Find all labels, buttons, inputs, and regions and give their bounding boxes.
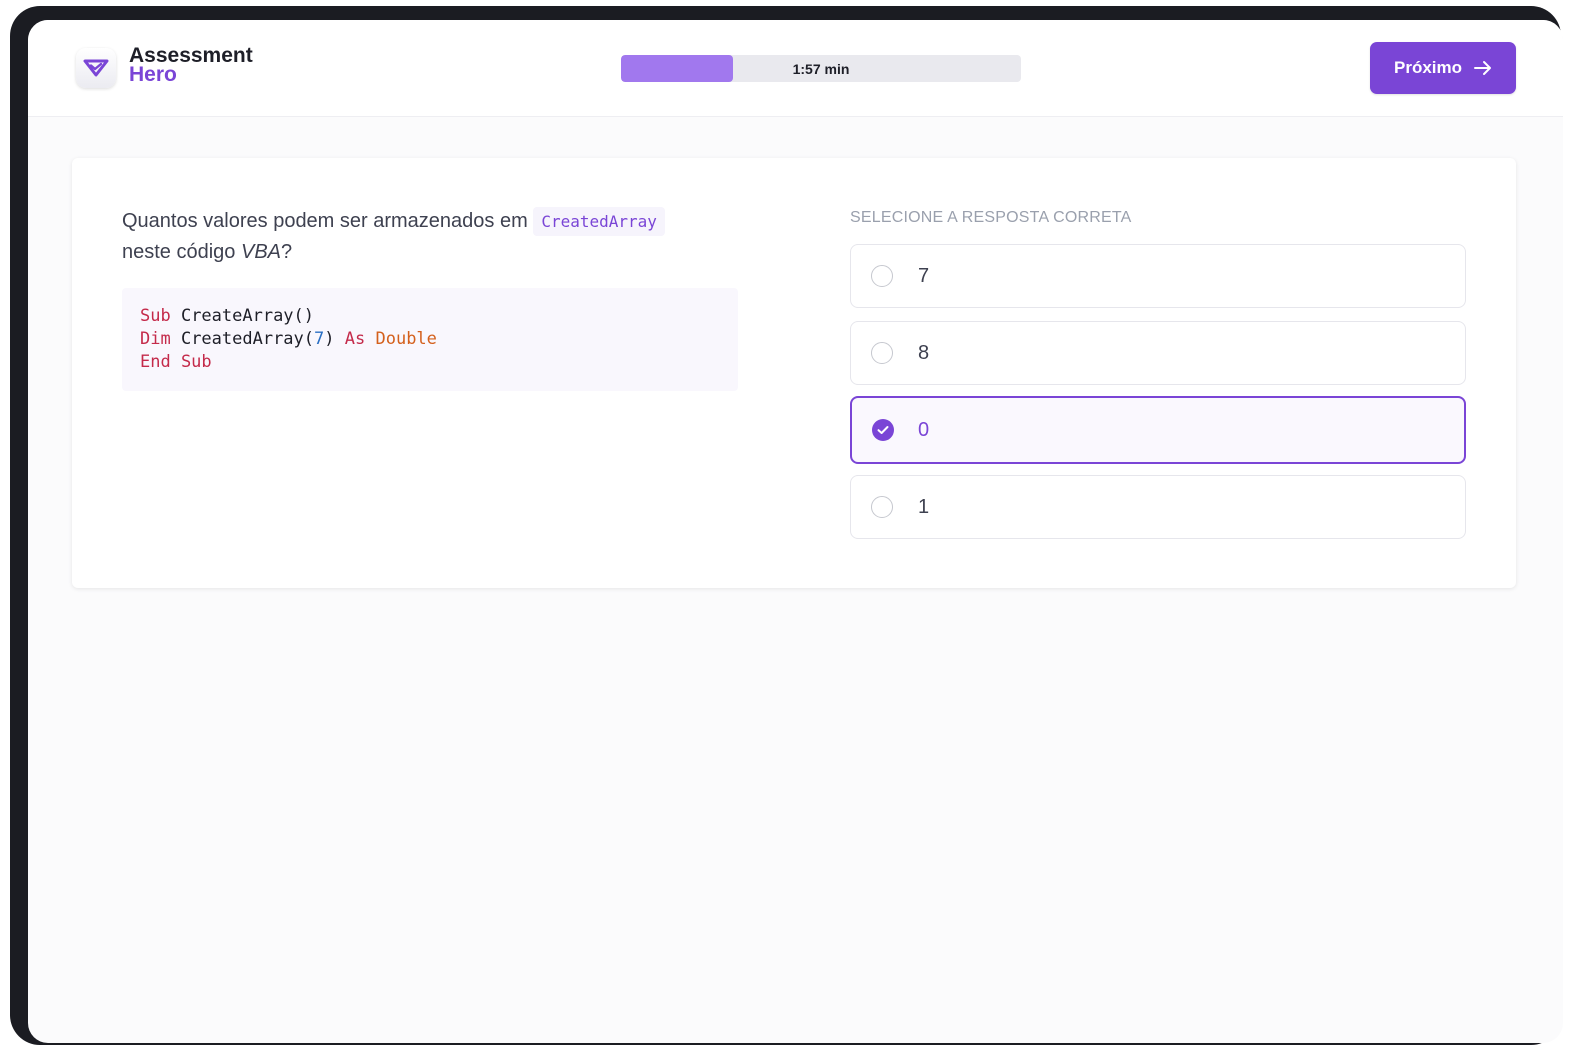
- answer-option-label: 8: [918, 342, 930, 364]
- top-bar: Assessment Hero 1:57 min Próximo: [28, 20, 1563, 117]
- code-keyword: Sub: [140, 306, 171, 326]
- question-text: Quantos valores podem ser armazenados em…: [122, 206, 742, 267]
- answer-option[interactable]: 8: [850, 321, 1466, 385]
- code-type: Double: [375, 329, 437, 349]
- device-frame: Assessment Hero 1:57 min Próximo Quantos…: [10, 6, 1563, 1045]
- answers-label: SELECIONE A RESPOSTA CORRETA: [850, 209, 1132, 226]
- timer-progress-bar: 1:57 min: [621, 55, 1021, 82]
- radio-checked-icon[interactable]: [872, 419, 894, 441]
- code-number: 7: [314, 329, 325, 349]
- question-card: Quantos valores podem ser armazenados em…: [72, 158, 1516, 588]
- code-text: CreatedArray(: [170, 329, 315, 349]
- radio-icon[interactable]: [871, 496, 893, 518]
- logo-wordmark: Assessment Hero: [129, 45, 253, 86]
- answer-option[interactable]: 7: [850, 244, 1466, 308]
- next-button-label: Próximo: [1393, 58, 1463, 77]
- answer-option-label: 1: [918, 496, 930, 518]
- check-icon: [877, 426, 889, 434]
- code-text: ): [324, 329, 345, 349]
- code-keyword: Dim: [140, 329, 171, 349]
- answer-option[interactable]: 1: [850, 475, 1466, 539]
- code-keyword: As: [344, 329, 366, 349]
- code-block: Sub CreateArray() Dim CreatedArray(7) As…: [122, 288, 738, 391]
- app-screen: Assessment Hero 1:57 min Próximo Quantos…: [28, 20, 1563, 1043]
- question-text-part2: neste código: [122, 241, 241, 263]
- logo-text-hero: Hero: [129, 63, 177, 86]
- question-mark: ?: [281, 241, 293, 263]
- question-language: VBA: [240, 241, 282, 263]
- logo-tile: [76, 48, 116, 88]
- next-button[interactable]: Próximo: [1370, 42, 1516, 94]
- answer-option-selected[interactable]: 0: [850, 396, 1466, 464]
- logo-icon: [83, 59, 109, 77]
- code-text: CreateArray(): [170, 306, 315, 326]
- question-text-part1: Quantos valores podem ser armazenados em: [122, 210, 534, 232]
- timer-text: 1:57 min: [792, 60, 850, 77]
- code-keyword: End Sub: [140, 352, 212, 372]
- answer-option-label: 7: [918, 265, 930, 287]
- radio-icon[interactable]: [871, 342, 893, 364]
- arrow-right-icon: [1474, 61, 1492, 75]
- radio-icon[interactable]: [871, 265, 893, 287]
- inline-code-variable: CreatedArray: [533, 207, 665, 236]
- answer-option-label: 0: [918, 419, 930, 441]
